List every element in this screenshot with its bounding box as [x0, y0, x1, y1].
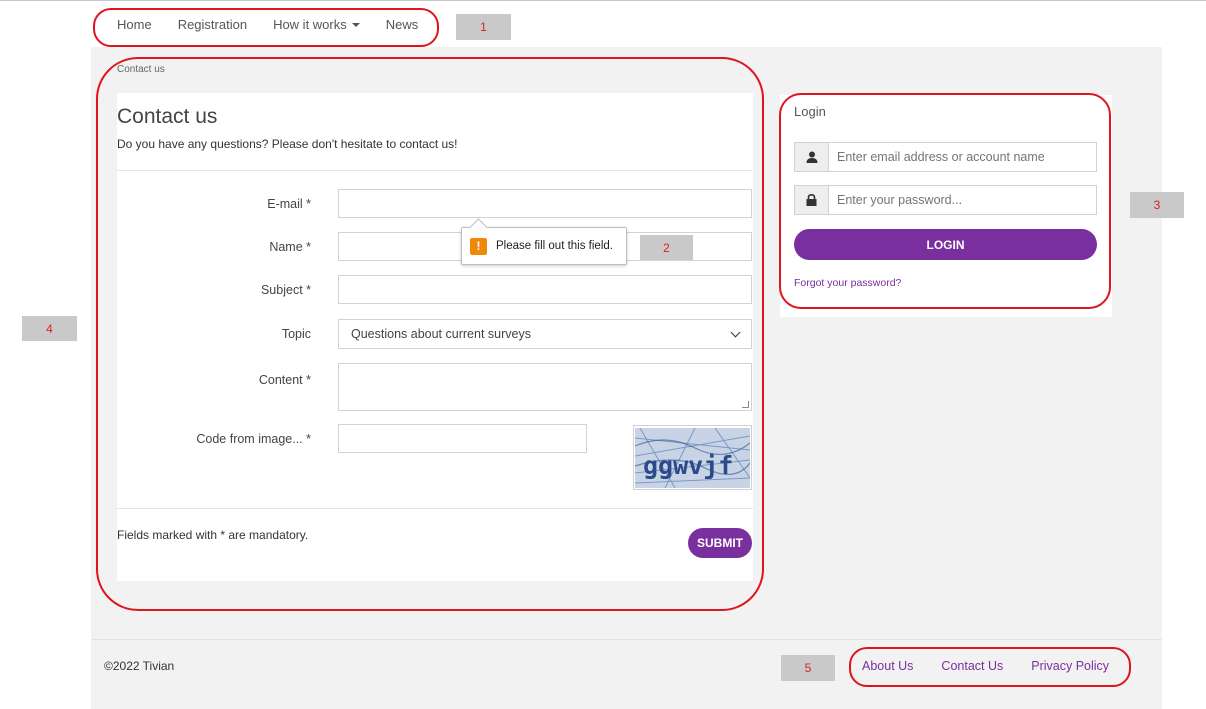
- footer-link-contact[interactable]: Contact Us: [941, 659, 1003, 673]
- nav-registration[interactable]: Registration: [178, 17, 247, 32]
- annotation-2: 2: [640, 235, 693, 260]
- annotation-1: 1: [456, 14, 511, 40]
- user-icon: [795, 143, 829, 171]
- login-email-row: [794, 142, 1097, 172]
- email-field[interactable]: [338, 189, 752, 218]
- forgot-password-link[interactable]: Forgot your password?: [794, 277, 901, 289]
- topic-selected-value: Questions about current surveys: [351, 327, 531, 341]
- copyright: ©2022 Tivian: [104, 659, 175, 673]
- content-textarea[interactable]: [338, 363, 752, 411]
- subject-label: Subject *: [260, 283, 311, 297]
- page-title: Contact us: [117, 105, 218, 128]
- code-label: Code from image... *: [196, 432, 311, 446]
- main-nav: Home Registration How it works News: [117, 17, 444, 32]
- chevron-down-icon: [730, 327, 741, 337]
- tooltip-text: Please fill out this field.: [496, 240, 613, 252]
- breadcrumb: Contact us: [117, 64, 165, 75]
- footer-link-about[interactable]: About Us: [862, 659, 913, 673]
- mandatory-note: Fields marked with * are mandatory.: [117, 528, 309, 542]
- footer-links: About Us Contact Us Privacy Policy: [862, 659, 1137, 673]
- email-label: E-mail *: [267, 197, 311, 211]
- nav-how-it-works-label: How it works: [273, 17, 347, 32]
- page-subtitle: Do you have any questions? Please don't …: [117, 137, 458, 151]
- login-button[interactable]: LOGIN: [794, 229, 1097, 260]
- captcha-noise-icon: ggwvjf: [635, 427, 750, 488]
- captcha-image: ggwvjf: [633, 425, 752, 490]
- lock-icon: [795, 186, 829, 214]
- captcha-input[interactable]: [338, 424, 587, 453]
- content-label: Content *: [258, 373, 311, 387]
- nav-home[interactable]: Home: [117, 17, 152, 32]
- name-label: Name *: [269, 240, 311, 254]
- topic-select[interactable]: Questions about current surveys: [338, 319, 752, 349]
- caret-down-icon: [351, 22, 360, 27]
- divider: [117, 170, 753, 171]
- warning-icon: !: [470, 237, 487, 255]
- annotation-5: 5: [781, 655, 835, 681]
- footer-link-privacy[interactable]: Privacy Policy: [1031, 659, 1109, 673]
- login-email-input[interactable]: [829, 143, 1096, 171]
- divider: [117, 508, 753, 509]
- nav-how-it-works[interactable]: How it works: [273, 17, 360, 32]
- resize-grip-icon[interactable]: [742, 401, 749, 408]
- login-panel: Login LOGIN Forgot your password?: [780, 95, 1112, 317]
- top-border: [0, 0, 1206, 1]
- nav-news[interactable]: News: [386, 17, 419, 32]
- submit-button[interactable]: SUBMIT: [688, 528, 752, 558]
- annotation-3: 3: [1130, 192, 1184, 218]
- validation-tooltip: ! Please fill out this field.: [461, 227, 627, 265]
- contact-card: Contact us Do you have any questions? Pl…: [117, 93, 753, 581]
- captcha-text: ggwvjf: [643, 451, 733, 480]
- login-title: Login: [794, 104, 826, 119]
- content-wrap: [338, 363, 752, 411]
- login-password-input[interactable]: [829, 186, 1096, 214]
- subject-field[interactable]: [338, 275, 752, 304]
- login-password-row: [794, 185, 1097, 215]
- footer: [91, 639, 1162, 709]
- topic-label: Topic: [281, 327, 311, 341]
- annotation-4: 4: [22, 316, 77, 341]
